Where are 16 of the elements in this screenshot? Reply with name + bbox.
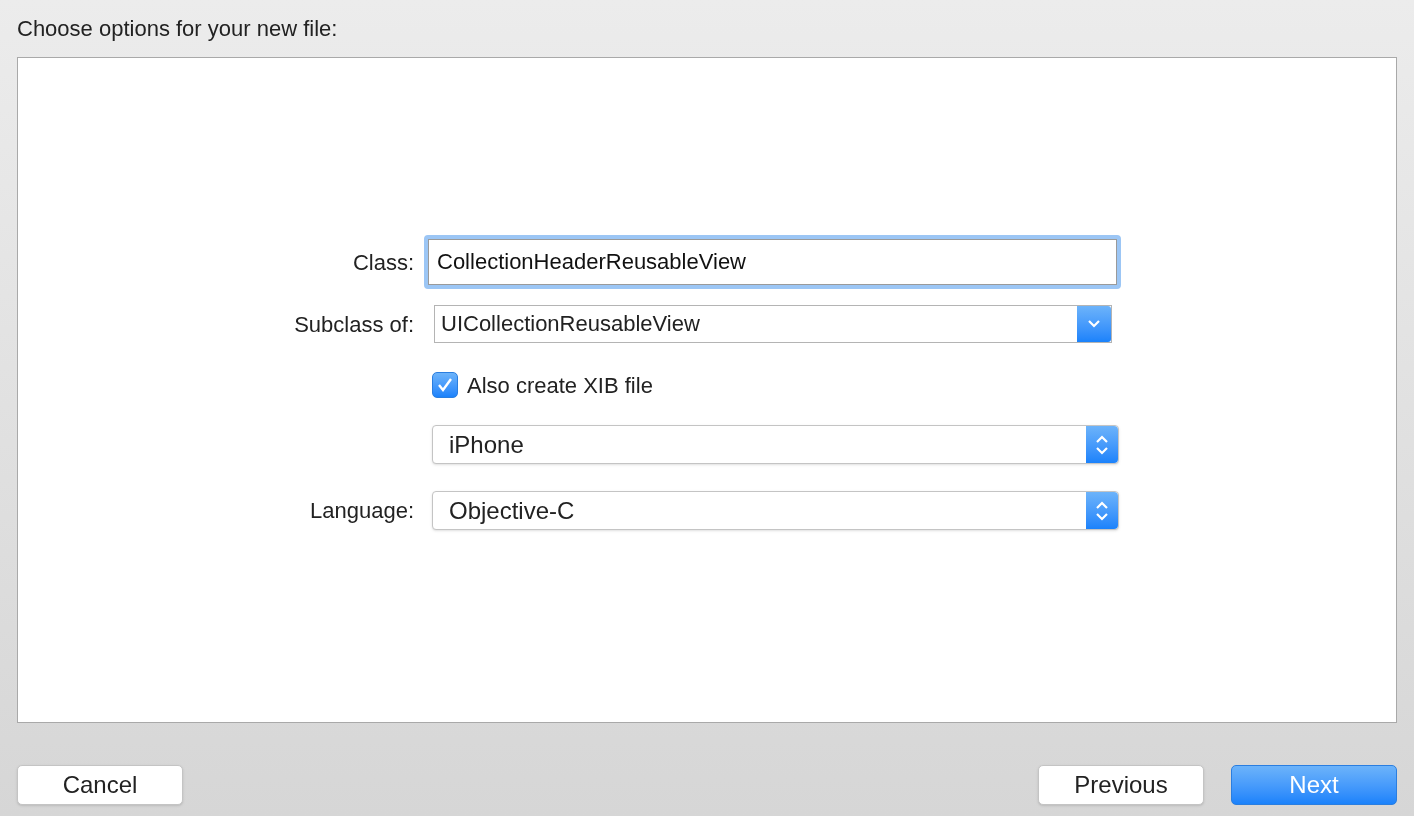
stepper-icon[interactable] bbox=[1086, 492, 1118, 529]
subclass-combo-box[interactable]: UICollectionReusableView bbox=[434, 305, 1112, 343]
checkbox[interactable] bbox=[432, 372, 458, 398]
dialog-button[interactable]: Previous bbox=[1038, 765, 1204, 805]
class-name-field[interactable]: CollectionHeaderReusableView bbox=[428, 239, 1117, 285]
field-label: Subclass of: bbox=[294, 311, 414, 337]
field-label: Class: bbox=[352, 249, 414, 275]
check-icon bbox=[436, 377, 454, 393]
dropdown-icon[interactable] bbox=[1077, 306, 1111, 342]
field-label: Language: bbox=[310, 498, 414, 523]
checkbox-label[interactable]: Also create XIB file bbox=[467, 368, 653, 402]
dialog-button[interactable]: Cancel bbox=[17, 765, 183, 805]
stepper-icon[interactable] bbox=[1086, 426, 1118, 463]
popup-button[interactable]: iPhone bbox=[432, 425, 1119, 464]
dialog-title: Choose options for your new file: bbox=[17, 16, 338, 41]
popup-button[interactable]: Objective-C bbox=[432, 491, 1119, 530]
